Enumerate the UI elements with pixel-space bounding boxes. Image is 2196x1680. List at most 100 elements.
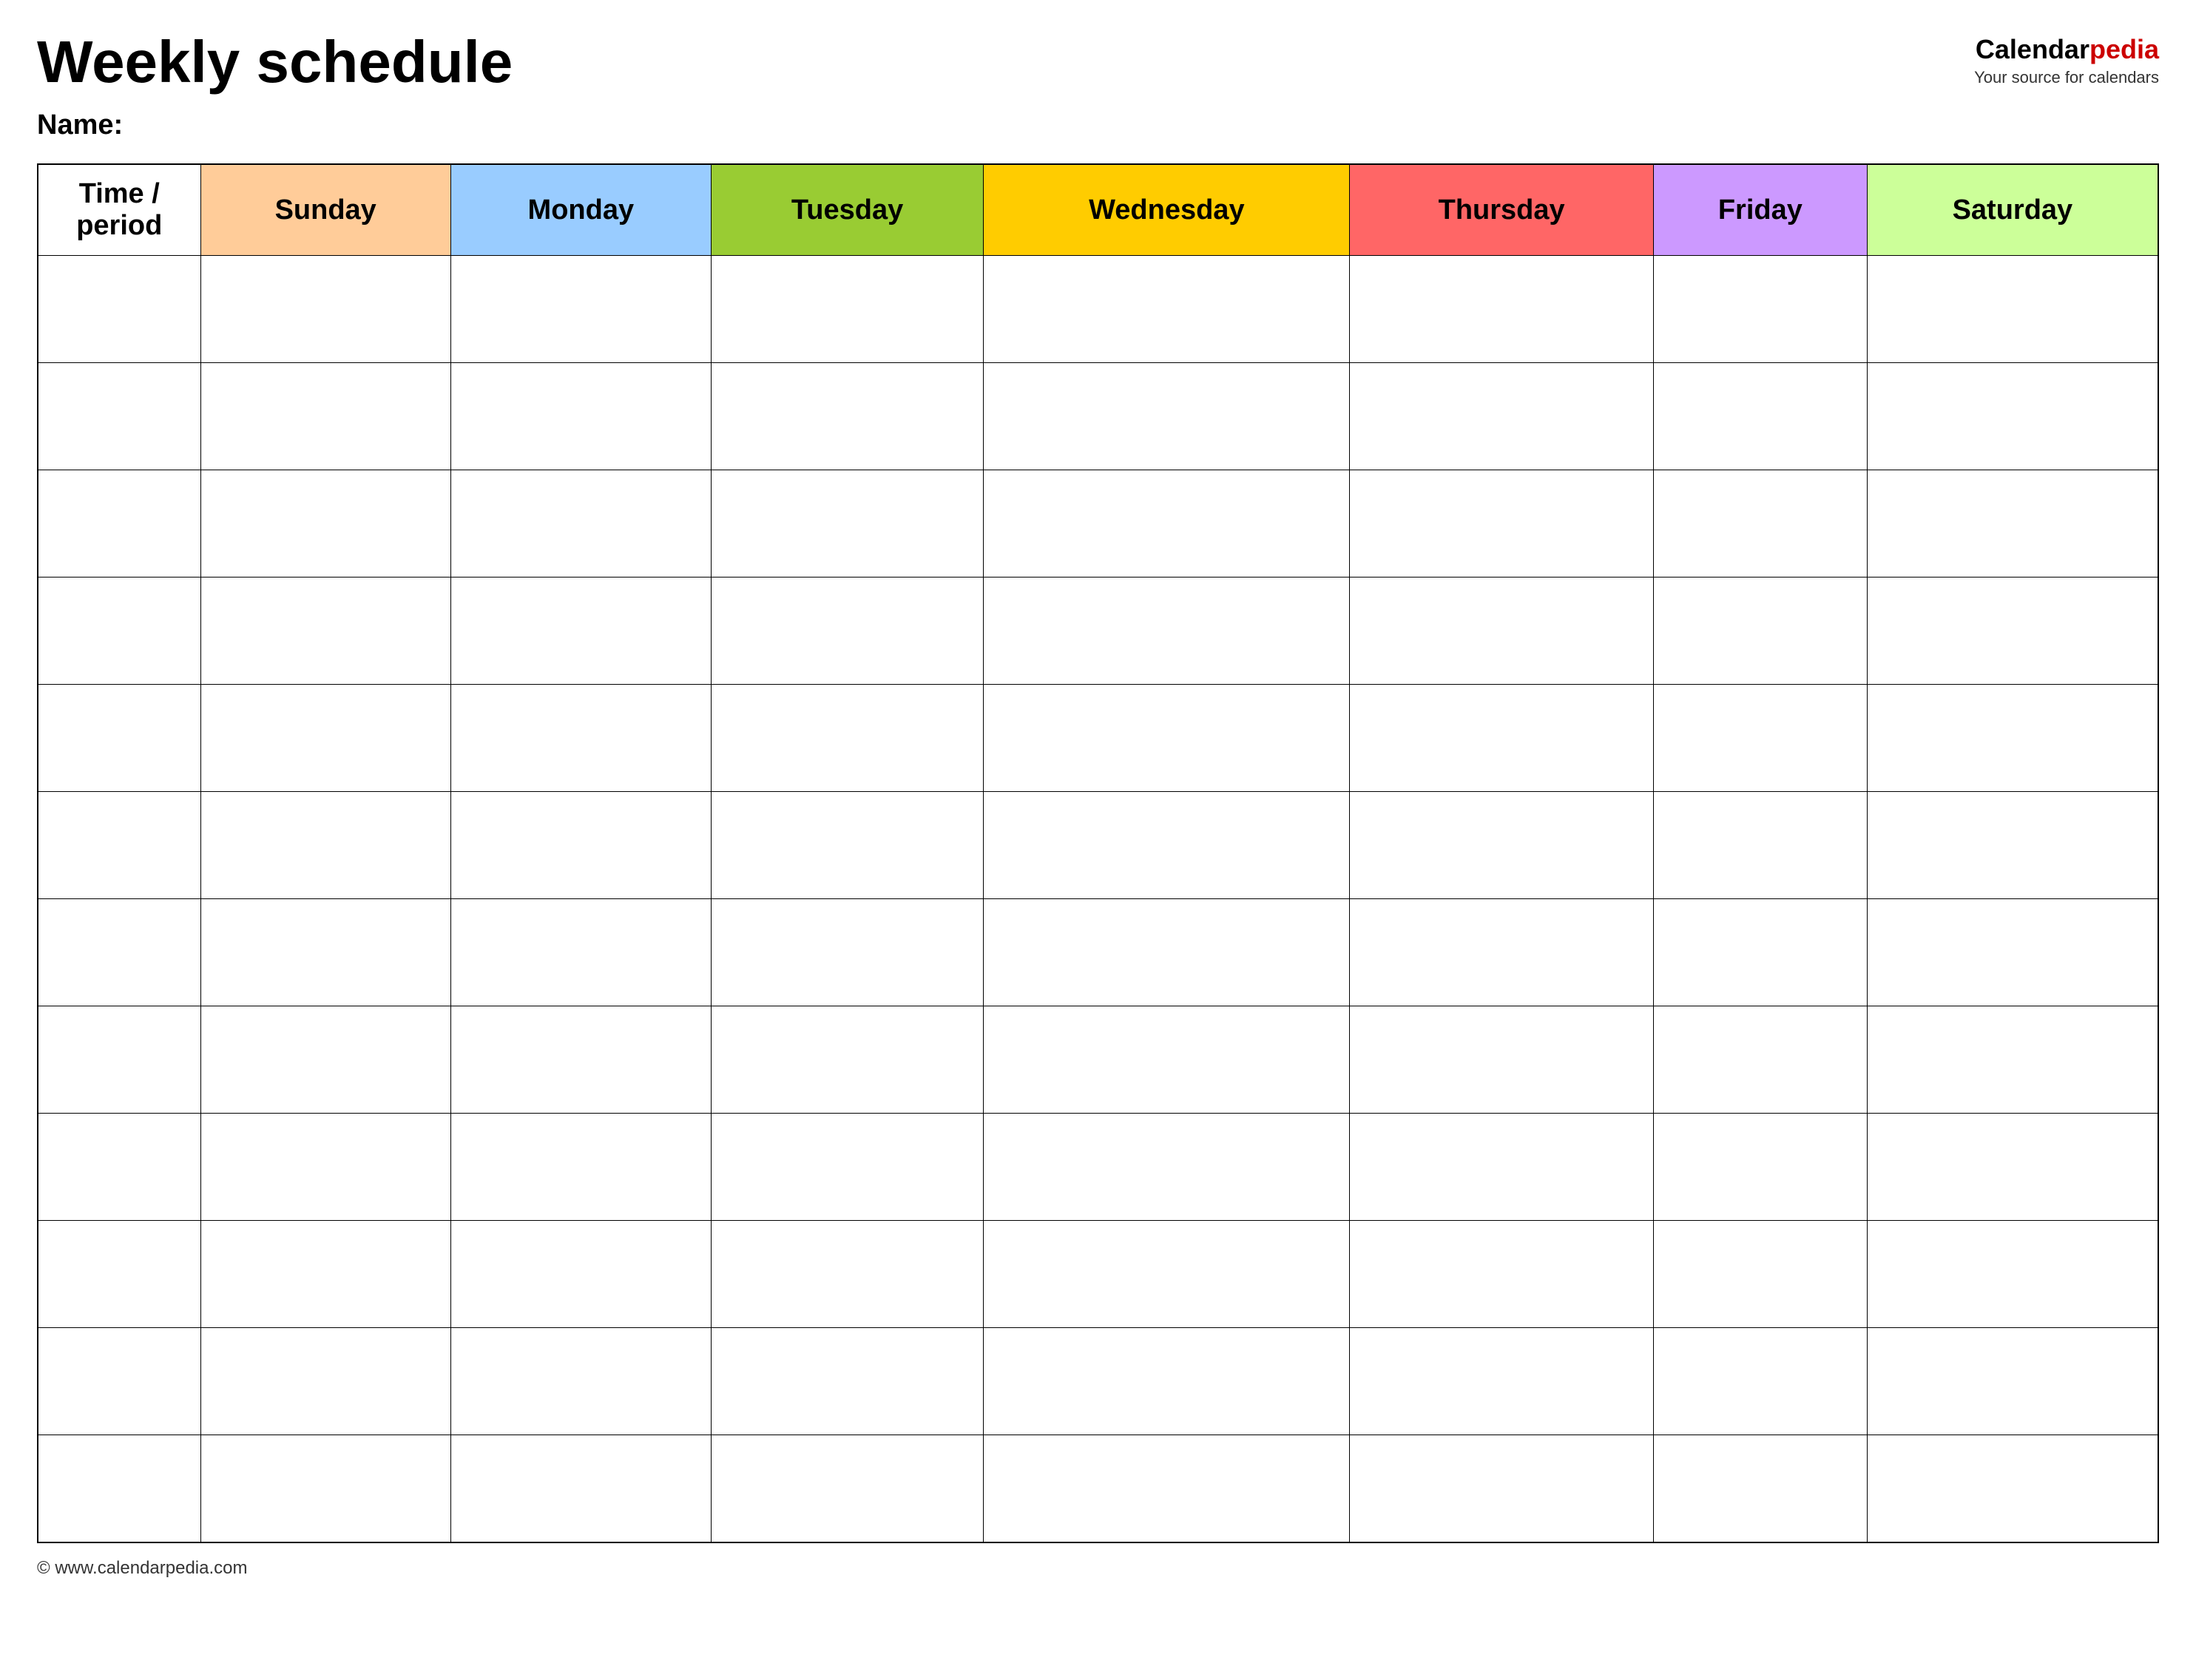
schedule-cell[interactable] xyxy=(1867,256,2158,363)
schedule-cell[interactable] xyxy=(984,899,1350,1006)
schedule-cell[interactable] xyxy=(984,1221,1350,1328)
schedule-cell[interactable] xyxy=(450,1006,711,1114)
schedule-cell[interactable] xyxy=(1350,792,1654,899)
schedule-cell[interactable] xyxy=(1653,256,1867,363)
schedule-cell[interactable] xyxy=(1350,1006,1654,1114)
schedule-cell[interactable] xyxy=(1653,470,1867,578)
schedule-cell[interactable] xyxy=(1653,363,1867,470)
schedule-cell[interactable] xyxy=(200,899,450,1006)
schedule-cell[interactable] xyxy=(1350,1328,1654,1435)
schedule-cell[interactable] xyxy=(1867,685,2158,792)
schedule-cell[interactable] xyxy=(711,792,984,899)
schedule-cell[interactable] xyxy=(1867,792,2158,899)
schedule-cell[interactable] xyxy=(200,685,450,792)
schedule-cell[interactable] xyxy=(1867,1435,2158,1542)
schedule-cell[interactable] xyxy=(1867,470,2158,578)
schedule-cell[interactable] xyxy=(1653,578,1867,685)
schedule-cell[interactable] xyxy=(1350,470,1654,578)
schedule-cell[interactable] xyxy=(1653,685,1867,792)
time-cell[interactable] xyxy=(38,256,200,363)
schedule-cell[interactable] xyxy=(200,1221,450,1328)
schedule-cell[interactable] xyxy=(450,1328,711,1435)
schedule-cell[interactable] xyxy=(200,578,450,685)
schedule-cell[interactable] xyxy=(711,256,984,363)
schedule-cell[interactable] xyxy=(1653,899,1867,1006)
schedule-cell[interactable] xyxy=(1350,1114,1654,1221)
schedule-cell[interactable] xyxy=(1653,1006,1867,1114)
schedule-cell[interactable] xyxy=(1867,1221,2158,1328)
schedule-cell[interactable] xyxy=(1653,1221,1867,1328)
time-cell[interactable] xyxy=(38,685,200,792)
schedule-cell[interactable] xyxy=(984,1435,1350,1542)
schedule-cell[interactable] xyxy=(1350,363,1654,470)
schedule-cell[interactable] xyxy=(711,1435,984,1542)
time-cell[interactable] xyxy=(38,792,200,899)
schedule-cell[interactable] xyxy=(1350,256,1654,363)
schedule-cell[interactable] xyxy=(200,363,450,470)
time-cell[interactable] xyxy=(38,470,200,578)
schedule-cell[interactable] xyxy=(1867,1006,2158,1114)
schedule-cell[interactable] xyxy=(984,470,1350,578)
schedule-cell[interactable] xyxy=(984,1328,1350,1435)
schedule-cell[interactable] xyxy=(711,1006,984,1114)
time-cell[interactable] xyxy=(38,1328,200,1435)
logo-text: Calendarpedia xyxy=(1974,33,2159,65)
name-label: Name: xyxy=(37,109,1974,141)
schedule-cell[interactable] xyxy=(1867,899,2158,1006)
schedule-cell[interactable] xyxy=(200,256,450,363)
schedule-cell[interactable] xyxy=(450,363,711,470)
schedule-cell[interactable] xyxy=(1653,1114,1867,1221)
table-row xyxy=(38,1328,2158,1435)
schedule-cell[interactable] xyxy=(200,1006,450,1114)
schedule-cell[interactable] xyxy=(1867,363,2158,470)
time-cell[interactable] xyxy=(38,1435,200,1542)
schedule-cell[interactable] xyxy=(200,1114,450,1221)
schedule-cell[interactable] xyxy=(1350,578,1654,685)
schedule-cell[interactable] xyxy=(450,256,711,363)
schedule-cell[interactable] xyxy=(711,470,984,578)
schedule-cell[interactable] xyxy=(200,470,450,578)
schedule-cell[interactable] xyxy=(200,792,450,899)
schedule-cell[interactable] xyxy=(450,685,711,792)
schedule-cell[interactable] xyxy=(984,578,1350,685)
schedule-cell[interactable] xyxy=(984,1114,1350,1221)
time-cell[interactable] xyxy=(38,899,200,1006)
schedule-cell[interactable] xyxy=(1653,1435,1867,1542)
col-header-sunday: Sunday xyxy=(200,164,450,256)
schedule-cell[interactable] xyxy=(984,685,1350,792)
schedule-cell[interactable] xyxy=(450,470,711,578)
schedule-cell[interactable] xyxy=(1867,1328,2158,1435)
schedule-cell[interactable] xyxy=(450,792,711,899)
schedule-cell[interactable] xyxy=(1350,1435,1654,1542)
schedule-cell[interactable] xyxy=(200,1328,450,1435)
schedule-cell[interactable] xyxy=(1350,1221,1654,1328)
schedule-cell[interactable] xyxy=(711,1114,984,1221)
schedule-cell[interactable] xyxy=(984,256,1350,363)
schedule-cell[interactable] xyxy=(711,578,984,685)
schedule-cell[interactable] xyxy=(1653,792,1867,899)
time-cell[interactable] xyxy=(38,1006,200,1114)
schedule-cell[interactable] xyxy=(984,363,1350,470)
time-cell[interactable] xyxy=(38,1221,200,1328)
schedule-cell[interactable] xyxy=(450,1114,711,1221)
schedule-cell[interactable] xyxy=(1867,578,2158,685)
schedule-cell[interactable] xyxy=(200,1435,450,1542)
time-cell[interactable] xyxy=(38,1114,200,1221)
schedule-cell[interactable] xyxy=(711,363,984,470)
schedule-cell[interactable] xyxy=(711,899,984,1006)
time-cell[interactable] xyxy=(38,363,200,470)
schedule-cell[interactable] xyxy=(1350,685,1654,792)
schedule-cell[interactable] xyxy=(1350,899,1654,1006)
schedule-cell[interactable] xyxy=(984,792,1350,899)
schedule-cell[interactable] xyxy=(711,1328,984,1435)
schedule-cell[interactable] xyxy=(450,1221,711,1328)
schedule-cell[interactable] xyxy=(450,578,711,685)
schedule-cell[interactable] xyxy=(984,1006,1350,1114)
schedule-cell[interactable] xyxy=(1653,1328,1867,1435)
schedule-cell[interactable] xyxy=(450,899,711,1006)
schedule-cell[interactable] xyxy=(711,685,984,792)
schedule-cell[interactable] xyxy=(711,1221,984,1328)
time-cell[interactable] xyxy=(38,578,200,685)
schedule-cell[interactable] xyxy=(1867,1114,2158,1221)
schedule-cell[interactable] xyxy=(450,1435,711,1542)
